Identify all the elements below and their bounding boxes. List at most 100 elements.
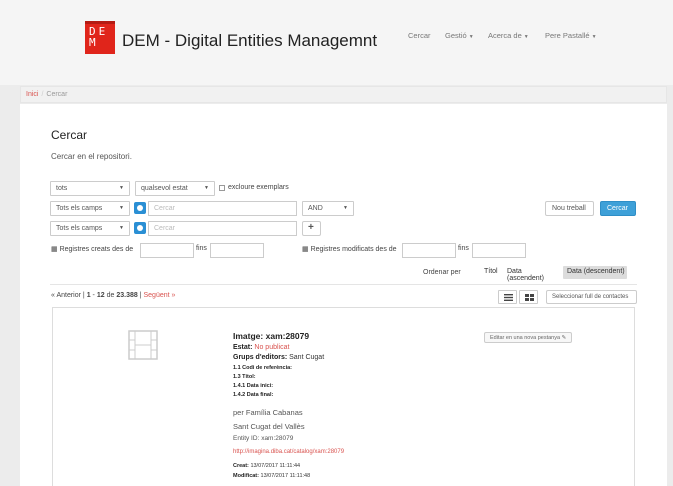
caret-down-icon: ▼	[343, 205, 348, 211]
edit-new-tab-button-label: Editar en una nova pestanya	[490, 335, 561, 341]
order-tab-label: Data (ascendent)	[507, 268, 544, 282]
modified-value: 13/07/2017 11:11:48	[260, 473, 311, 479]
page-subtitle: Cercar en el repositori.	[51, 152, 132, 161]
state-select[interactable]: qualsevol estat ▼	[135, 181, 215, 196]
caret-down-icon: ▼	[591, 34, 597, 40]
pager-range-end: 12	[96, 292, 105, 299]
grid-view-button[interactable]	[519, 290, 538, 304]
record-image-line: Imatge: xam:28079	[233, 331, 309, 341]
image-id-link[interactable]: xam:28079	[266, 331, 309, 341]
search-button[interactable]: Cercar	[600, 201, 636, 216]
modified-from-label: ▦ Registres modificats des de	[302, 245, 397, 253]
ref-code-label-text: 1.1 Codi de referència:	[233, 365, 292, 371]
calendar-icon: ▦	[302, 246, 309, 253]
modified-from-label-text: Registres modificats des de	[310, 246, 397, 253]
field1-select[interactable]: Tots els camps ▼	[50, 201, 130, 216]
record-card: Editar en una nova pestanya ✎ Imatge: xa…	[52, 307, 635, 486]
created-to-label: fins	[196, 245, 207, 252]
caret-down-icon: ▼	[468, 34, 474, 40]
end-date-label: 1.4.2 Data final:	[233, 392, 273, 398]
created-from-label-text: Registres creats des de	[59, 246, 134, 253]
modified-to-input[interactable]	[472, 243, 526, 258]
list-view-button[interactable]	[498, 290, 517, 304]
created-value: 13/07/2017 11:11:44	[250, 463, 301, 469]
scope-select[interactable]: tots ▼	[50, 181, 130, 196]
created-from-input[interactable]	[140, 243, 194, 258]
field2-info-icon[interactable]	[134, 222, 146, 234]
field1-search-input[interactable]: Cercar	[148, 201, 297, 216]
logo-letter-m: M	[89, 36, 99, 49]
title-label-text: 1.3 Títol:	[233, 374, 256, 380]
pager-separator: |	[82, 292, 85, 299]
record-modified: Modificat: 13/07/2017 11:11:48	[233, 473, 310, 479]
modified-label: Modificat:	[233, 473, 259, 479]
groups-value: Sant Cugat	[289, 354, 325, 361]
grid-view-icon	[525, 294, 534, 301]
order-tab-date-desc[interactable]: Data (descendent)	[563, 266, 627, 279]
order-tab-label: Títol	[484, 268, 498, 275]
nav-item-acerca-de[interactable]: Acerca de ▼	[488, 31, 529, 40]
record-created: Creat: 13/07/2017 11:11:44	[233, 463, 300, 469]
exclude-copies-label: excloure exemplars	[228, 184, 289, 191]
field1-info-icon[interactable]	[134, 202, 146, 214]
pager-of: de	[106, 292, 115, 299]
pager-range-start: 1	[86, 292, 91, 299]
field2-select-value: Tots els camps	[56, 225, 103, 232]
logo-top-bar	[85, 21, 115, 24]
add-field-button[interactable]: +	[302, 221, 321, 236]
record-groups-line: Grups d'editors: Sant Cugat	[233, 354, 324, 361]
state-select-value: qualsevol estat	[141, 185, 188, 192]
select-contacts-button-label: Seleccionar full de contactes	[552, 294, 629, 300]
field1-search-placeholder: Cercar	[154, 205, 176, 212]
exclude-copies-checkbox[interactable]	[219, 185, 225, 191]
caret-down-icon: ▼	[119, 185, 124, 191]
pencil-icon: ✎	[561, 335, 567, 341]
end-date-label-text: 1.4.2 Data final:	[233, 392, 274, 398]
pager-prev-link[interactable]: « Anterior	[51, 292, 81, 299]
add-icon: +	[308, 222, 314, 233]
operator-select[interactable]: AND ▼	[302, 201, 354, 216]
record-entity-id: Entity ID: xam:28079	[233, 435, 293, 442]
edit-new-tab-button[interactable]: Editar en una nova pestanya ✎	[484, 332, 573, 343]
breadcrumb-current: Cercar	[46, 91, 68, 98]
created-label: Creat:	[233, 463, 249, 469]
breadcrumb-home-link[interactable]: Inici	[26, 91, 38, 98]
field2-search-input[interactable]: Cercar	[148, 221, 297, 236]
state-label: Estat:	[233, 344, 253, 351]
modified-to-label: fins	[458, 245, 469, 252]
pager-next-link[interactable]: Següent »	[144, 292, 176, 299]
created-to-input[interactable]	[210, 243, 264, 258]
search-button-label: Cercar	[607, 205, 629, 212]
divider	[50, 284, 637, 285]
record-location: Sant Cugat del Vallès	[233, 422, 305, 431]
dem-logo[interactable]: DE M	[85, 21, 115, 54]
logo-letter-e: E	[98, 25, 109, 38]
entity-id-label: Entity ID:	[233, 435, 260, 442]
start-date-label-text: 1.4.1 Data inici:	[233, 383, 274, 389]
state-value: No publicat	[254, 344, 290, 351]
order-tab-title[interactable]: Títol	[480, 266, 500, 279]
caret-down-icon: ▼	[119, 205, 124, 211]
page-title: Cercar	[51, 128, 88, 142]
nav-item-label: Pere Pastallé	[545, 31, 590, 40]
field2-select[interactable]: Tots els camps ▼	[50, 221, 130, 236]
app-title[interactable]: DEM - Digital Entities Managemnt	[122, 31, 377, 51]
order-tab-date-asc[interactable]: Data (ascendent)	[503, 266, 560, 282]
caret-down-icon: ▼	[204, 185, 209, 191]
title-label: 1.3 Títol:	[233, 374, 256, 380]
ref-code-label: 1.1 Codi de referència:	[233, 365, 292, 371]
nav-item-user[interactable]: Pere Pastallé ▼	[545, 31, 597, 40]
field2-search-placeholder: Cercar	[154, 225, 176, 232]
nav-item-gestio[interactable]: Gestió ▼	[445, 31, 474, 40]
select-contacts-button[interactable]: Seleccionar full de contactes	[546, 290, 637, 304]
order-tab-label: Data (descendent)	[567, 268, 625, 275]
pagination: « Anterior | 1 - 12 de 23.388 | Següent …	[51, 292, 176, 299]
nav-item-cercar[interactable]: Cercar	[408, 31, 431, 40]
nav-item-label: Gestió	[445, 31, 467, 40]
image-label: Imatge:	[233, 331, 264, 341]
nav-item-label: Cercar	[408, 31, 431, 40]
new-work-button[interactable]: Nou treball	[545, 201, 594, 216]
film-icon	[128, 330, 158, 360]
record-link[interactable]: http://imagina.diba.cat/catalog/xam:2807…	[233, 449, 344, 455]
modified-from-input[interactable]	[402, 243, 456, 258]
